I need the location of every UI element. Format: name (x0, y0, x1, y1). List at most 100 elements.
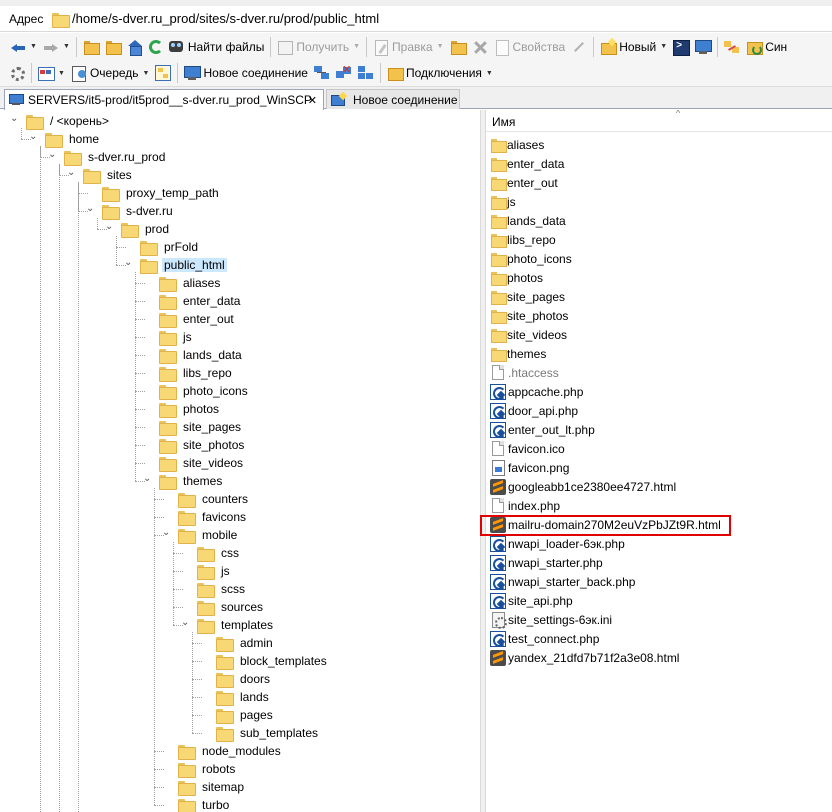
chevron-down-icon[interactable]: ⌄ (124, 258, 133, 268)
chevron-down-icon[interactable]: ▼ (437, 43, 444, 50)
move-button[interactable] (448, 36, 468, 58)
tree-item[interactable]: sitemap (178, 778, 246, 796)
tree-item[interactable]: css (197, 544, 241, 562)
list-item[interactable]: nwapi_loader-6эк.php (486, 534, 625, 553)
list-item[interactable]: enter_data (486, 154, 564, 173)
tree-item[interactable]: counters (178, 490, 250, 508)
list-item[interactable]: nwapi_starter_back.php (486, 572, 635, 591)
delete-button[interactable] (470, 36, 490, 58)
chevron-down-icon[interactable]: ⌄ (67, 168, 76, 178)
tree-item[interactable]: ⌄ s-dver.ru_prod (48, 148, 167, 166)
chevron-down-icon[interactable]: ▼ (58, 70, 65, 77)
receive-button[interactable]: Получить ▼ (275, 36, 362, 58)
tree-item[interactable]: js (159, 328, 194, 346)
chevron-down-icon[interactable]: ⌄ (105, 222, 114, 232)
tree-item[interactable]: ⌄ home (29, 130, 101, 148)
connections-button[interactable]: Подключения ▼ (385, 62, 495, 84)
tree-item[interactable]: ⌄ sites (67, 166, 134, 184)
tree-item[interactable]: admin (216, 634, 275, 652)
tree-item[interactable]: ⌄ / <корень> (10, 112, 111, 130)
forward-button[interactable]: ▼ (41, 36, 72, 58)
list-item[interactable]: test_connect.php (486, 629, 599, 648)
list-item[interactable]: door_api.php (486, 401, 578, 420)
chevron-down-icon[interactable]: ▼ (660, 43, 667, 50)
tree-item[interactable]: sub_templates (216, 724, 320, 742)
tree-item[interactable]: favicons (178, 508, 248, 526)
list-item[interactable]: js (486, 192, 516, 211)
layout-button[interactable]: ▼ (36, 62, 67, 84)
list-item[interactable]: favicon.ico (486, 439, 565, 458)
new-button[interactable]: Новый ▼ (598, 36, 669, 58)
tree-item[interactable]: photos (159, 400, 221, 418)
chevron-down-icon[interactable]: ⌄ (48, 150, 57, 160)
reconnect-button[interactable] (356, 62, 376, 84)
tree-toggle-button[interactable] (153, 62, 173, 84)
list-item[interactable]: photo_icons (486, 249, 572, 268)
home-button[interactable] (125, 36, 145, 58)
tree-item[interactable]: ⌄ prod (105, 220, 171, 238)
chevron-down-icon[interactable]: ⌄ (143, 474, 152, 484)
list-item[interactable]: favicon.png (486, 458, 569, 477)
parent-dir-button[interactable] (81, 36, 101, 58)
list-item[interactable]: nwapi_starter.php (486, 553, 603, 572)
list-item[interactable]: libs_repo (486, 230, 556, 249)
tab-session[interactable]: SERVERS/it5-prod/it5prod__s-dver.ru_prod… (4, 89, 324, 110)
list-item[interactable]: site_videos (486, 325, 567, 344)
tree-item[interactable]: lands (216, 688, 271, 706)
edit-button[interactable]: Правка ▼ (371, 36, 445, 58)
compare-button[interactable] (722, 36, 742, 58)
tree-item[interactable]: site_videos (159, 454, 245, 472)
list-item[interactable]: site_api.php (486, 591, 573, 610)
directory-tree[interactable]: ⌄ / <корень> ⌄ home ⌄ s-dver.ru_prod ⌄ sites pro… (0, 110, 480, 812)
chevron-down-icon[interactable]: ⌄ (10, 114, 19, 124)
file-list[interactable]: Имя ^ aliases enter_data enter_out js lands_… (486, 110, 832, 812)
tree-item[interactable]: enter_data (159, 292, 242, 310)
tree-item[interactable]: site_pages (159, 418, 243, 436)
chevron-down-icon[interactable]: ⌄ (181, 618, 190, 628)
root-dir-button[interactable] (103, 36, 123, 58)
back-button[interactable]: ▼ (8, 36, 39, 58)
tree-item[interactable]: prFold (140, 238, 200, 256)
tree-item[interactable]: scss (197, 580, 247, 598)
tree-item[interactable]: js (197, 562, 232, 580)
tree-item[interactable]: ⌄ public_html (124, 256, 227, 274)
tree-item[interactable]: block_templates (216, 652, 329, 670)
tree-item[interactable]: libs_repo (159, 364, 234, 382)
tree-item[interactable]: lands_data (159, 346, 244, 364)
list-item[interactable]: enter_out_lt.php (486, 420, 595, 439)
monitor-button[interactable] (693, 36, 713, 58)
list-item[interactable]: themes (486, 344, 546, 363)
tree-item[interactable]: aliases (159, 274, 222, 292)
rename-button[interactable] (569, 36, 589, 58)
list-item[interactable]: index.php (486, 496, 560, 515)
new-connection-button[interactable]: Новое соединение (182, 62, 310, 84)
chevron-down-icon[interactable]: ▼ (30, 43, 37, 50)
list-item[interactable]: .htaccess (486, 363, 559, 382)
tree-item[interactable]: robots (178, 760, 237, 778)
chevron-down-icon[interactable]: ▼ (353, 43, 360, 50)
list-item[interactable]: googleabb1ce2380ee4727.html (486, 477, 676, 496)
list-item[interactable]: site_pages (486, 287, 565, 306)
chevron-down-icon[interactable]: ⌄ (29, 132, 38, 142)
queue-button[interactable]: Очередь ▼ (69, 62, 152, 84)
list-item[interactable]: lands_data (486, 211, 566, 230)
tab-new-connection[interactable]: Новое соединение (326, 89, 460, 109)
terminal-button[interactable] (671, 36, 691, 58)
tree-item[interactable]: site_photos (159, 436, 246, 454)
chevron-down-icon[interactable]: ▼ (63, 43, 70, 50)
list-item[interactable]: aliases (486, 135, 544, 154)
address-input[interactable]: /home/s-dver.ru_prod/sites/s-dver.ru/pro… (72, 11, 379, 26)
refresh-button[interactable] (147, 36, 165, 58)
duplicate-session-button[interactable] (312, 62, 332, 84)
tree-item[interactable]: proxy_temp_path (102, 184, 221, 202)
tree-item[interactable]: ⌄ themes (143, 472, 224, 490)
chevron-down-icon[interactable]: ▼ (143, 70, 150, 77)
find-files-button[interactable]: Найти файлы (167, 36, 266, 58)
tree-item[interactable]: ⌄ templates (181, 616, 275, 634)
list-item[interactable]: yandex_21dfd7b71f2a3e08.html (486, 648, 679, 667)
tree-item[interactable]: pages (216, 706, 275, 724)
tree-item[interactable]: ⌄ s-dver.ru (86, 202, 175, 220)
chevron-down-icon[interactable]: ⌄ (162, 528, 171, 538)
list-item[interactable]: site_photos (486, 306, 568, 325)
synchronize-button[interactable]: Син (744, 36, 789, 58)
